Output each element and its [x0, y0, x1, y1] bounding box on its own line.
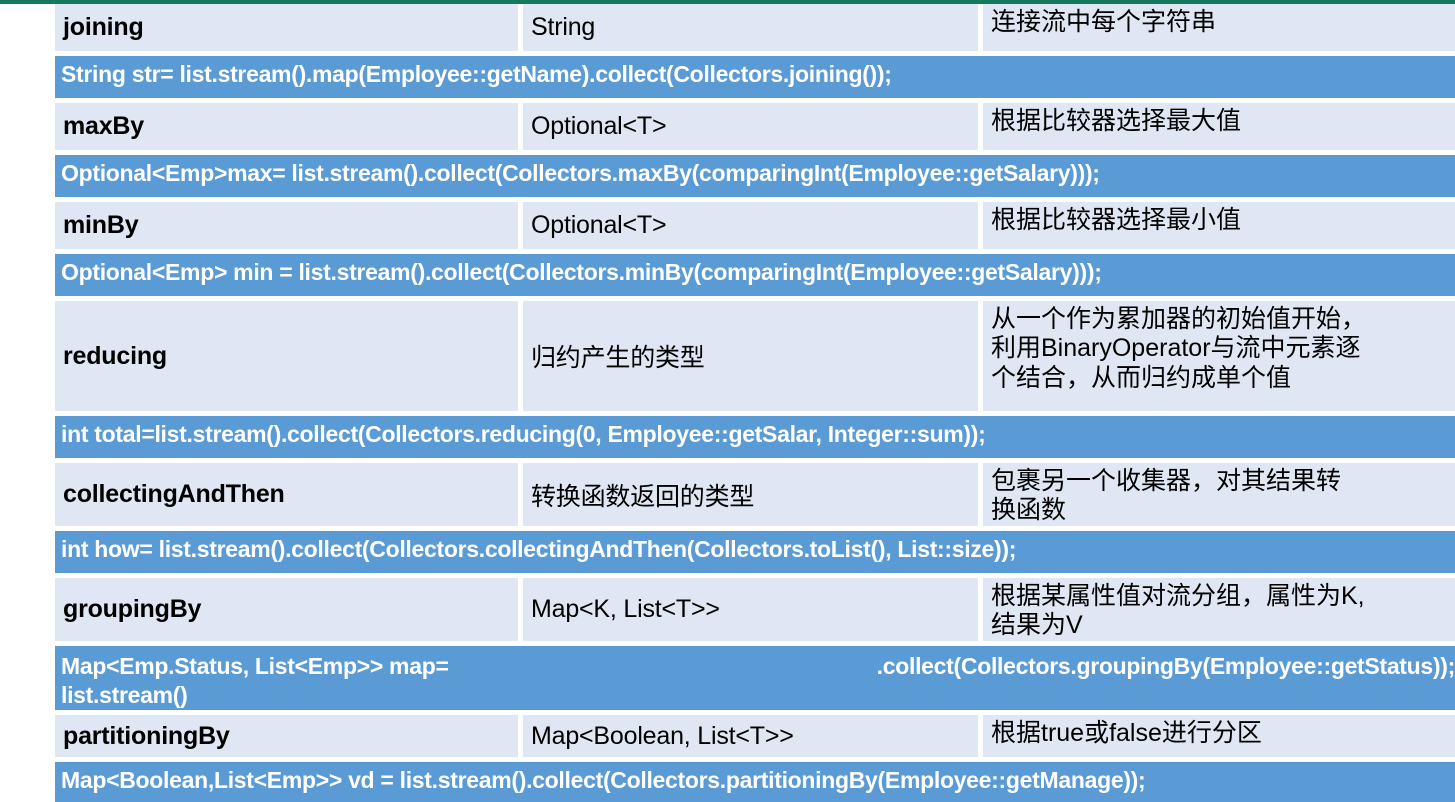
- return-type-cell: Map<Boolean, List<T>>: [523, 715, 978, 757]
- table-row: minBy Optional<T> 根据比较器选择最小值: [55, 202, 1455, 249]
- code-line: int how= list.stream().collect(Collector…: [61, 536, 1017, 562]
- description-cell: 从一个作为累加器的初始值开始， 利用BinaryOperator与流中元素逐 个结合…: [983, 301, 1455, 411]
- description-cell: 根据比较器选择最小值: [983, 202, 1455, 249]
- collector-name-cell: joining: [55, 4, 518, 51]
- description-cell: 根据某属性值对流分组，属性为K, 结果为V: [983, 578, 1455, 641]
- description-line: 个结合，从而归约成单个值: [991, 363, 1292, 392]
- description-cell: 包裹另一个收集器，对其结果转 换函数: [983, 463, 1455, 526]
- code-row: Optional<Emp>max= list.stream().collect(…: [55, 155, 1455, 197]
- description-cell: 根据true或false进行分区: [983, 715, 1455, 757]
- code-line: int total=list.stream().collect(Collecto…: [61, 421, 986, 447]
- code-line: String str= list.stream().map(Employee::…: [61, 61, 892, 87]
- description-line: 根据比较器选择最小值: [991, 206, 1242, 234]
- description-cell: 连接流中每个字符串: [983, 4, 1455, 51]
- table-row: joining String 连接流中每个字符串: [55, 4, 1455, 51]
- description-line: 换函数: [991, 496, 1067, 525]
- description-line: 根据比较器选择最大值: [991, 107, 1242, 135]
- code-line: Map<Emp.Status, List<Emp>> map= list.str…: [61, 653, 455, 708]
- return-type-cell: Optional<T>: [523, 202, 978, 249]
- code-row: Map<Emp.Status, List<Emp>> map= list.str…: [55, 646, 1455, 710]
- table-row: collectingAndThen 转换函数返回的类型 包裹另一个收集器，对其结果转…: [55, 463, 1455, 526]
- code-line: Optional<Emp>max= list.stream().collect(…: [61, 160, 1100, 186]
- return-type-cell: 转换函数返回的类型: [523, 463, 978, 526]
- table-row: reducing 归约产生的类型 从一个作为累加器的初始值开始， 利用BinaryOp…: [55, 301, 1455, 411]
- table-row: groupingBy Map<K, List<T>> 根据某属性值对流分组，属性为K…: [55, 578, 1455, 641]
- return-type-cell: String: [523, 4, 978, 51]
- collector-name-cell: collectingAndThen: [55, 463, 518, 526]
- description-line: 从一个作为累加器的初始值开始，: [991, 305, 1367, 333]
- collector-name-cell: reducing: [55, 301, 518, 411]
- return-type-cell: Map<K, List<T>>: [523, 578, 978, 641]
- return-type-cell: 归约产生的类型: [523, 301, 978, 411]
- code-line: .collect(Collectors.groupingBy(Employee:…: [876, 653, 1455, 679]
- code-line: Optional<Emp> min = list.stream().collec…: [61, 259, 1102, 285]
- code-row: Map<Boolean,List<Emp>> vd = list.stream(…: [55, 762, 1455, 802]
- slide-canvas: joining String 连接流中每个字符串 String str= list.s…: [0, 0, 1455, 802]
- code-line: Map<Boolean,List<Emp>> vd = list.stream(…: [61, 767, 1146, 793]
- code-row: int how= list.stream().collect(Collector…: [55, 531, 1455, 573]
- code-row: int total=list.stream().collect(Collecto…: [55, 416, 1455, 458]
- description-line: 包裹另一个收集器，对其结果转: [991, 467, 1342, 495]
- collector-name-cell: groupingBy: [55, 578, 518, 641]
- description-line: 根据某属性值对流分组，属性为K,: [991, 582, 1365, 610]
- collectors-table: joining String 连接流中每个字符串 String str= list.s…: [55, 4, 1455, 802]
- return-type-cell: Optional<T>: [523, 103, 978, 150]
- description-line: 结果为V: [991, 611, 1083, 640]
- table-row: maxBy Optional<T> 根据比较器选择最大值: [55, 103, 1455, 150]
- collector-name-cell: minBy: [55, 202, 518, 249]
- description-line: 连接流中每个字符串: [991, 8, 1217, 36]
- code-row: String str= list.stream().map(Employee::…: [55, 56, 1455, 98]
- table-row: partitioningBy Map<Boolean, List<T>> 根据tru…: [55, 715, 1455, 757]
- code-row: Optional<Emp> min = list.stream().collec…: [55, 254, 1455, 296]
- collector-name-cell: partitioningBy: [55, 715, 518, 757]
- collector-name-cell: maxBy: [55, 103, 518, 150]
- description-cell: 根据比较器选择最大值: [983, 103, 1455, 150]
- description-line: 利用BinaryOperator与流中元素逐: [991, 334, 1361, 363]
- description-line: 根据true或false进行分区: [991, 719, 1262, 747]
